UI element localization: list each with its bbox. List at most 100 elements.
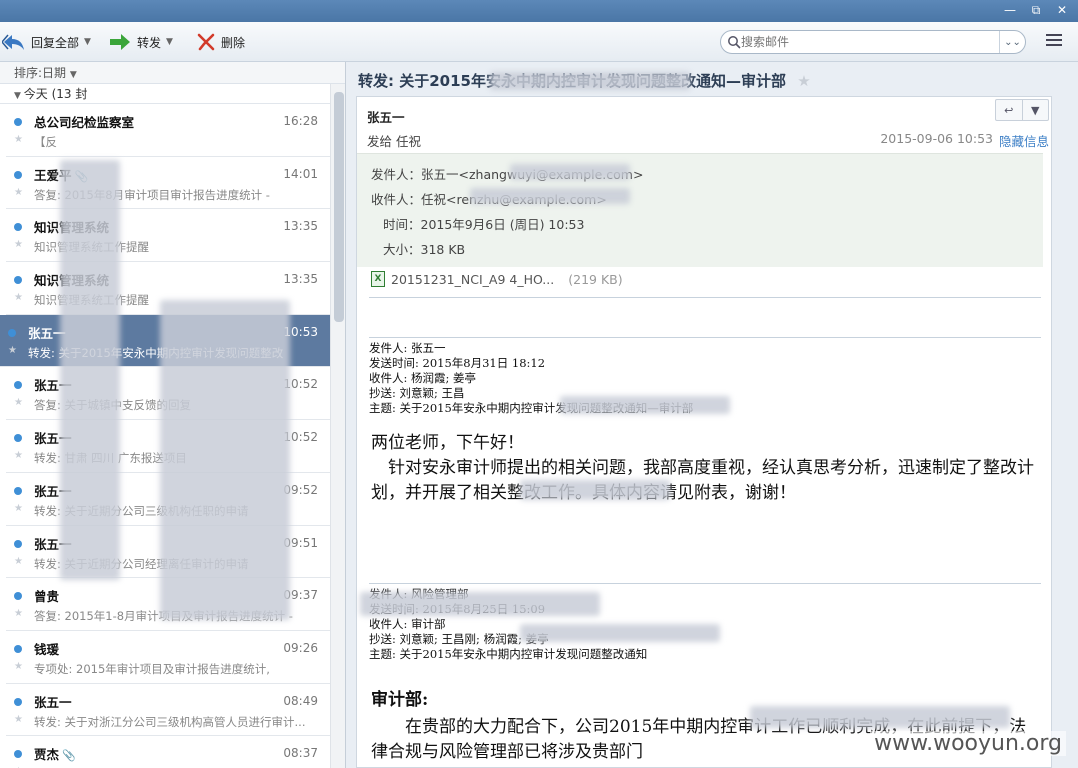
meta-time: 时间：2015年9月6日 (周日) 10:53 <box>383 217 585 232</box>
mail-time: 08:37 <box>283 746 318 761</box>
redaction-smudge <box>520 480 670 500</box>
star-icon[interactable]: ★ <box>14 608 23 619</box>
fwd2-subject: 主题: 关于2015年安永中期内控审计发现问题整改通知 <box>369 647 648 661</box>
message-actions: ↩ ▼ <box>995 99 1049 121</box>
unread-dot-icon <box>14 486 22 495</box>
search-input[interactable] <box>741 35 999 49</box>
divider <box>369 337 1041 338</box>
delete-x-icon <box>197 33 215 51</box>
mail-time: 13:35 <box>283 272 318 287</box>
excel-file-icon: X <box>371 271 385 287</box>
forward-button[interactable]: 转发 ▼ <box>108 31 173 53</box>
redaction-smudge <box>750 706 1010 728</box>
reply-icon[interactable]: ↩ <box>996 100 1022 120</box>
sort-label: 排序:日期 <box>14 66 67 80</box>
mail-list-item[interactable]: ★贾杰📎08:37 <box>6 736 330 768</box>
mail-sender: 钱瑗 <box>34 641 60 657</box>
mail-sender: 张五一 <box>34 694 72 710</box>
close-button[interactable]: ✕ <box>1054 2 1070 18</box>
paperclip-icon: 📎 <box>62 749 76 763</box>
divider <box>369 297 1041 298</box>
date-group-header[interactable]: ▼ 今天 (13 封 <box>0 84 345 104</box>
unread-dot-icon <box>14 644 22 653</box>
unread-dot-icon <box>14 592 22 601</box>
redaction-smudge <box>160 300 290 620</box>
star-icon[interactable]: ★ <box>14 397 23 408</box>
mail-preview: 转发: 关于对浙江分公司三级机构高管人员进行审计... <box>34 714 306 729</box>
star-icon[interactable]: ★ <box>14 556 23 567</box>
attachment-size: (219 KB) <box>568 271 623 287</box>
mail-list-item[interactable]: ★知识管理系统13:35知识管理系统工作提醒 <box>6 209 330 263</box>
star-icon[interactable]: ★ <box>14 134 23 145</box>
reply-all-icon <box>2 34 24 50</box>
forward-arrow-icon <box>110 34 130 50</box>
mail-time: 08:49 <box>283 693 318 708</box>
redaction-smudge <box>470 188 630 204</box>
reply-all-label: 回复全部 <box>31 35 80 50</box>
fwd1-from: 发件人: 张五一 <box>369 341 446 355</box>
more-actions-icon[interactable]: ▼ <box>1021 100 1049 120</box>
attachment-name: 20151231_NCI_A9 4_HO... <box>391 271 555 287</box>
unread-dot-icon <box>14 697 22 706</box>
mail-time: 13:35 <box>283 219 318 234</box>
unread-dot-icon <box>14 223 22 232</box>
reply-all-button[interactable]: 回复全部 ▼ <box>2 31 91 53</box>
meta-size: 大小：318 KB <box>383 242 466 257</box>
minimize-button[interactable]: — <box>1002 2 1018 18</box>
search-box[interactable]: ⌄⌄ <box>720 30 1026 54</box>
star-icon[interactable]: ★ <box>14 187 23 198</box>
unread-dot-icon <box>14 539 22 548</box>
mail-sender: 曾贵 <box>34 589 60 605</box>
unread-dot-icon <box>14 276 22 285</box>
star-icon[interactable]: ★ <box>14 239 23 250</box>
mail-list-scrollbar[interactable] <box>330 84 345 768</box>
mail-time: 09:26 <box>283 640 318 655</box>
redaction-smudge <box>520 624 720 642</box>
restore-button[interactable]: ⧉ <box>1028 2 1044 18</box>
mail-preview: 专项处: 2015年审计项目及审计报告进度统计, <box>34 661 270 676</box>
unread-dot-icon <box>14 434 22 443</box>
hamburger-menu-icon[interactable] <box>1046 34 1062 48</box>
search-options-icon[interactable]: ⌄⌄ <box>999 31 1025 53</box>
redaction-smudge <box>490 72 690 90</box>
window-controls: — ⧉ ✕ <box>1002 2 1070 18</box>
mail-list-item[interactable]: ★ 总公司纪检监察室 16:28 【反 <box>6 104 330 157</box>
group-label: 今天 (13 封 <box>23 87 88 101</box>
mail-time: 16:28 <box>283 114 318 128</box>
star-icon[interactable]: ★ <box>14 450 23 461</box>
star-icon[interactable]: ★ <box>797 72 810 90</box>
sort-selector[interactable]: 排序:日期 ▼ <box>0 62 345 84</box>
mail-sender: 总公司纪检监察室 <box>34 115 135 130</box>
star-icon[interactable]: ★ <box>14 292 23 303</box>
reading-pane: 转发: 关于2015年安永中期内控审计发现问题整改通知—审计部 ★ 张五一 ↩ … <box>346 62 1078 768</box>
redaction-smudge <box>510 164 630 180</box>
mail-list-item[interactable]: ★ 钱瑗 09:26 专项处: 2015年审计项目及审计报告进度统计, <box>6 631 330 684</box>
unread-dot-icon <box>14 118 22 126</box>
star-icon[interactable]: ★ <box>14 503 23 514</box>
chevron-down-icon: ▼ <box>69 70 77 80</box>
attachment-item[interactable]: X 20151231_NCI_A9 4_HO... (219 KB) <box>371 271 623 287</box>
body1-paragraph: 针对安永审计师提出的相关问题，我部高度重视，经认真思考分析，迅速制定了整改计划，… <box>371 458 1034 503</box>
forward-label: 转发 <box>137 35 162 50</box>
star-icon[interactable]: ★ <box>14 714 23 725</box>
fwd1-sent: 发送时间: 2015年8月31日 18:12 <box>369 356 546 370</box>
unread-dot-icon <box>14 170 22 179</box>
mail-list-item[interactable]: ★ 张五一 08:49 转发: 关于对浙江分公司三级机构高管人员进行审计... <box>6 684 330 737</box>
sender-name[interactable]: 张五一 <box>367 107 405 126</box>
scrollbar-thumb[interactable] <box>334 92 344 322</box>
mail-list-item[interactable]: ★王爱平📎14:01答复: 2015年8月审计项目审计报告进度统计 - <box>6 157 330 210</box>
delete-button[interactable]: 删除 <box>196 31 245 53</box>
unread-dot-icon <box>8 328 16 337</box>
message-date: 2015-09-06 10:53 <box>880 131 993 146</box>
hide-info-link[interactable]: 隐藏信息 <box>999 131 1049 150</box>
star-icon[interactable]: ★ <box>14 661 23 672</box>
message-details: 发件人：张五一<zhangwuyi@example.com> 收件人：任祝<re… <box>357 153 1043 267</box>
mail-preview: 【反 <box>34 135 57 149</box>
delete-label: 删除 <box>221 35 246 50</box>
chevron-down-icon: ▼ <box>166 37 173 47</box>
search-icon <box>728 36 741 49</box>
mail-time: 14:01 <box>283 166 318 181</box>
unread-dot-icon <box>14 750 22 759</box>
star-icon[interactable]: ★ <box>8 345 17 356</box>
recipient-line: 发给 任祝 <box>367 134 421 149</box>
